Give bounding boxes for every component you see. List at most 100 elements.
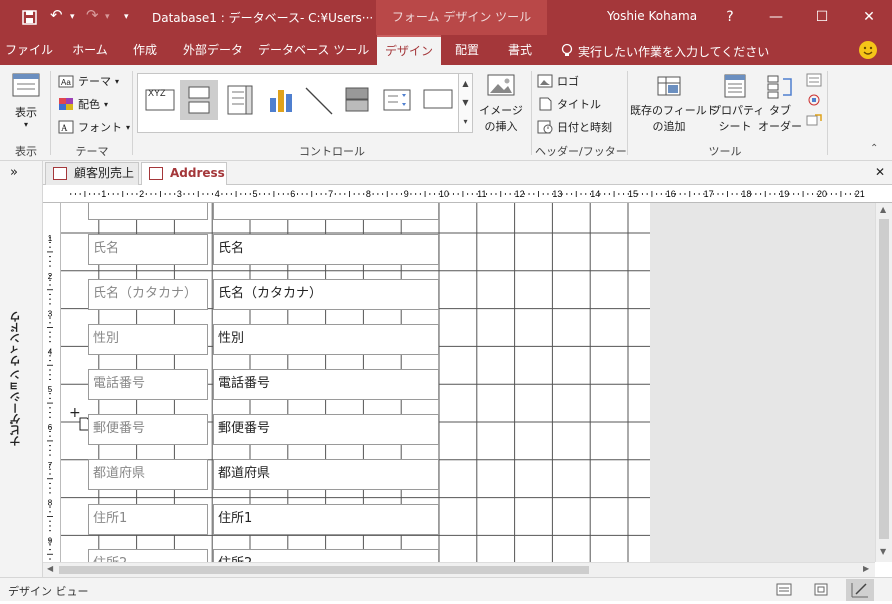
ruler-label: 9	[404, 189, 409, 199]
line-control[interactable]	[300, 80, 338, 120]
add-existing-fields-button[interactable]: 既存のフィールド の追加	[630, 73, 718, 134]
chart-control[interactable]	[262, 80, 300, 120]
tab-database-tools[interactable]: データベース ツール	[258, 35, 369, 65]
restore-button[interactable]: ☐	[799, 0, 845, 35]
title-bar: ↶ ▾ ↷ ▾ ▾ Database1 : データベース- C:¥Users··…	[0, 0, 892, 35]
scroll-right-icon[interactable]: ▶	[863, 564, 869, 573]
save-icon[interactable]	[22, 10, 37, 25]
title-button[interactable]: タイトル	[537, 96, 601, 112]
field-label[interactable]: 郵便番号	[88, 414, 208, 445]
field-label[interactable]: 氏名（カタカナ）	[88, 279, 208, 310]
field-label[interactable]: 氏名	[88, 234, 208, 265]
form-view-icon[interactable]	[775, 582, 793, 597]
ruler-label: 1	[48, 234, 53, 243]
horizontal-scrollbar[interactable]: ◀ ▶	[43, 562, 875, 577]
form-design-canvas[interactable]: + 氏名 氏名 氏名（カタカナ） 氏名（カタカナ） 性別 性別 電話番号 電話番号 郵便番号 郵便…	[61, 203, 650, 562]
scroll-down-icon[interactable]: ▼	[880, 547, 886, 556]
field-label[interactable]: 都道府県	[88, 459, 208, 490]
collapse-ribbon-icon[interactable]: ⌃	[870, 143, 878, 154]
view-icon	[12, 73, 40, 97]
vertical-scroll-thumb[interactable]	[879, 219, 889, 539]
smiley-feedback-icon[interactable]	[858, 40, 878, 60]
doc-tab-sales-by-customer[interactable]: 顧客別売上	[45, 162, 139, 185]
colors-button[interactable]: 配色 ▾	[58, 96, 108, 112]
minimize-button[interactable]: —	[753, 0, 799, 35]
field-textbox[interactable]: 氏名	[213, 234, 439, 265]
field-textbox[interactable]: 住所2	[213, 549, 439, 562]
image-icon	[487, 74, 515, 96]
field-label[interactable]: 性別	[88, 324, 208, 355]
textbox-control-text: XYZ	[148, 88, 166, 98]
scroll-left-icon[interactable]: ◀	[47, 564, 53, 573]
tab-file[interactable]: ファイル	[2, 35, 56, 65]
datetime-icon	[537, 120, 553, 134]
tab-arrange[interactable]: 配置	[445, 35, 489, 65]
field-textbox[interactable]: 都道府県	[213, 459, 439, 490]
doc-tab-address[interactable]: Address	[141, 162, 227, 186]
field-textbox[interactable]: 性別	[213, 324, 439, 355]
redo-button[interactable]: ↷	[86, 6, 99, 24]
undo-dropdown-icon[interactable]: ▾	[70, 12, 75, 22]
label-control-selected[interactable]	[180, 80, 218, 120]
tab-design[interactable]: デザイン	[377, 35, 441, 65]
fonts-icon: A	[58, 120, 74, 134]
tab-external-data[interactable]: 外部データ	[176, 35, 250, 65]
field-label[interactable]: 住所1	[88, 504, 208, 535]
scroll-up-icon[interactable]: ▲	[880, 205, 886, 214]
property-sheet-button[interactable]: プロパティ シート	[710, 73, 764, 134]
insert-image-button[interactable]: イメージ の挿入	[477, 73, 525, 134]
nav-expand-icon[interactable]: »	[10, 165, 18, 180]
layout-view-icon[interactable]	[812, 582, 830, 597]
customize-qat-icon[interactable]: ▾	[124, 12, 129, 22]
field-label[interactable]	[88, 203, 208, 220]
field-label[interactable]: 住所2	[88, 549, 208, 562]
close-button[interactable]: ✕	[846, 0, 892, 35]
field-textbox[interactable]: 郵便番号	[213, 414, 439, 445]
field-textbox[interactable]: 氏名（カタカナ）	[213, 279, 439, 310]
convert-macro-icon[interactable]	[806, 113, 822, 127]
rectangle-control[interactable]	[420, 80, 458, 120]
field-textbox[interactable]: 住所1	[213, 504, 439, 535]
field-textbox[interactable]: 電話番号	[213, 369, 439, 400]
themes-label: テーマ	[78, 75, 111, 88]
toggle-control[interactable]	[338, 80, 376, 120]
tell-me-search[interactable]: 実行したい作業を入力してください	[578, 43, 769, 60]
close-document-icon[interactable]: ✕	[875, 165, 885, 179]
theme-icon: Aa	[58, 75, 74, 88]
tab-order-label-1: タブ	[769, 104, 791, 117]
user-name[interactable]: Yoshie Kohama	[607, 9, 697, 23]
logo-button[interactable]: ロゴ	[537, 73, 579, 89]
tab-format[interactable]: 書式	[497, 35, 543, 65]
field-label[interactable]: 電話番号	[88, 369, 208, 400]
logo-label: ロゴ	[557, 75, 579, 88]
tab-order-button[interactable]: タブ オーダー	[758, 73, 802, 134]
code-icon[interactable]	[806, 93, 822, 107]
tab-home[interactable]: ホーム	[64, 35, 116, 65]
gallery-scroll[interactable]: ▲ ▼ ▾	[458, 74, 472, 132]
design-view-button[interactable]	[846, 579, 874, 601]
combo-control[interactable]	[378, 80, 416, 120]
vertical-scrollbar[interactable]: ▲ ▼	[875, 203, 892, 562]
nav-pane-label: ナビゲーション ウィンドウ	[9, 311, 22, 447]
ruler-label: 3	[177, 189, 182, 199]
horizontal-scroll-thumb[interactable]	[59, 566, 589, 574]
group-header-footer-label: ヘッダー/フッター	[535, 145, 627, 158]
textbox-control[interactable]: XYZ	[142, 80, 180, 120]
ruler-label: 20	[817, 189, 827, 199]
help-button[interactable]: ?	[707, 0, 753, 35]
datetime-button[interactable]: 日付と時刻	[537, 119, 612, 135]
fonts-button[interactable]: A フォント ▾	[58, 119, 130, 135]
list-control[interactable]	[222, 80, 260, 120]
themes-button[interactable]: Aa テーマ ▾	[58, 73, 119, 89]
view-button[interactable]: 表示 ▾	[6, 71, 46, 129]
vertical-ruler: 12345678910	[43, 203, 61, 562]
tab-create[interactable]: 作成	[124, 35, 166, 65]
fonts-label: フォント	[78, 121, 122, 134]
svg-text:Aa: Aa	[61, 78, 71, 87]
redo-dropdown-icon[interactable]: ▾	[105, 12, 110, 22]
field-textbox[interactable]	[213, 203, 439, 220]
subform-icon[interactable]	[806, 73, 822, 87]
ruler-label: 18	[741, 189, 751, 199]
navigation-pane[interactable]: » ナビゲーション ウィンドウ	[0, 161, 43, 577]
undo-button[interactable]: ↶	[50, 6, 63, 24]
